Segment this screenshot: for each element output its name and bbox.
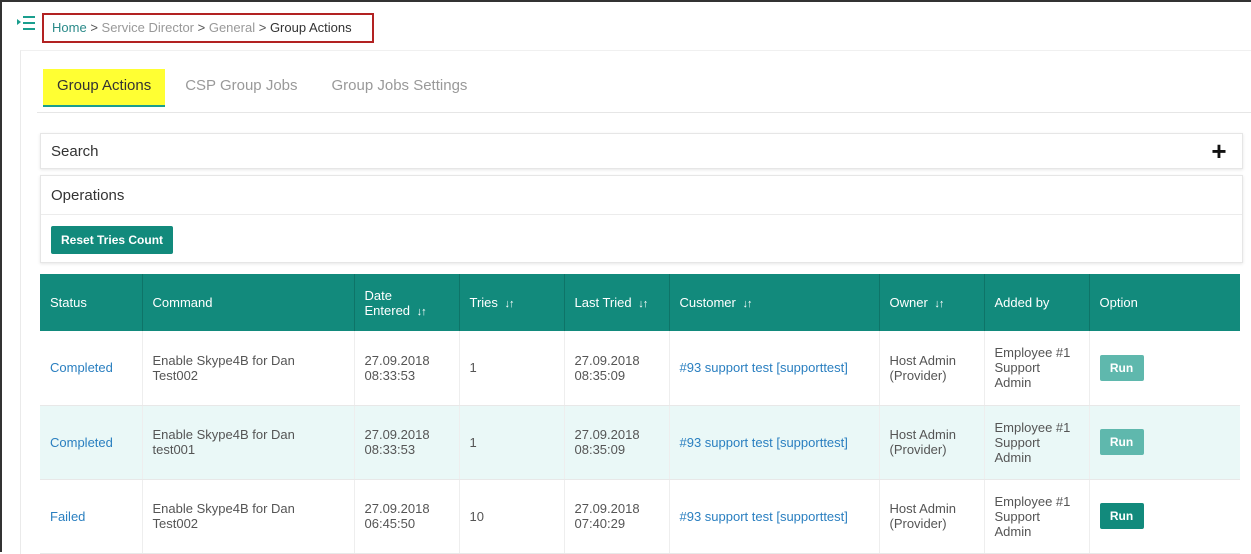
header-last-tried[interactable]: Last Tried ↓↑ (564, 274, 670, 331)
breadcrumb-general-link[interactable]: General (209, 20, 255, 35)
header-tries-label: Tries (469, 295, 498, 310)
breadcrumb-service-director-link[interactable]: Service Director (102, 20, 194, 35)
header-owner[interactable]: Owner ↓↑ (879, 274, 985, 331)
table-header-row: Status Command Date Entered ↓↑ Tries ↓↑ … (40, 274, 1240, 331)
header-status: Status (40, 274, 143, 331)
header-last-tried-label: Last Tried (574, 295, 632, 310)
date-entered-cell: 27.09.2018 08:33:53 (354, 331, 460, 406)
tab-csp-group-jobs[interactable]: CSP Group Jobs (171, 69, 311, 107)
breadcrumb-separator: > (258, 20, 267, 35)
date-entered-cell: 27.09.2018 08:33:53 (354, 405, 460, 480)
sort-icon[interactable]: ↓↑ (505, 298, 515, 310)
table-row: Failed Enable Skype4B for Dan Test002 27.… (40, 479, 1240, 554)
added-by-cell: Employee #1 Support Admin (984, 405, 1090, 480)
owner-cell: Host Admin (Provider) (879, 331, 985, 406)
command-cell: Enable Skype4B for Dan Test002 (142, 479, 355, 554)
owner-cell: Host Admin (Provider) (879, 479, 985, 554)
breadcrumb: Home > Service Director > General > Grou… (42, 13, 374, 43)
header-added-by-label: Added by (994, 295, 1050, 310)
last-tried-cell: 27.09.2018 08:35:09 (564, 331, 670, 406)
command-cell: Enable Skype4B for Dan test001 (142, 405, 355, 480)
run-button[interactable]: Run (1099, 429, 1144, 455)
app-frame: Home > Service Director > General > Grou… (0, 0, 1251, 554)
breadcrumb-current: Group Actions (269, 20, 352, 35)
status-link[interactable]: Completed (50, 360, 113, 375)
search-title: Search (51, 143, 99, 160)
header-date-label-line2: Entered (364, 302, 411, 318)
run-button[interactable]: Run (1099, 354, 1144, 381)
header-command-label: Command (152, 295, 213, 310)
last-tried-cell: 27.09.2018 08:35:09 (564, 405, 670, 480)
date-entered-cell: 27.09.2018 06:45:50 (354, 479, 460, 554)
header-date-label-line1: Date (364, 287, 392, 303)
sort-icon[interactable]: ↓↑ (742, 298, 752, 310)
header-customer-label: Customer (679, 295, 736, 310)
search-panel[interactable]: Search + (40, 133, 1243, 169)
breadcrumb-separator: > (197, 20, 206, 35)
tab-bar: Group Actions CSP Group Jobs Group Jobs … (43, 69, 487, 109)
sort-icon[interactable]: ↓↑ (638, 298, 648, 310)
header-date-entered[interactable]: Date Entered ↓↑ (354, 274, 460, 331)
customer-link[interactable]: #93 support test [supporttest] (680, 360, 848, 375)
tries-cell: 10 (459, 479, 565, 554)
tab-group-jobs-settings[interactable]: Group Jobs Settings (318, 69, 482, 107)
table-row: Completed Enable Skype4B for Dan Test002 … (40, 331, 1240, 406)
added-by-cell: Employee #1 Support Admin (984, 331, 1090, 406)
tab-group-actions[interactable]: Group Actions (43, 69, 166, 107)
breadcrumb-home-link[interactable]: Home (52, 20, 87, 35)
header-added-by: Added by (984, 274, 1090, 331)
group-actions-table: Status Command Date Entered ↓↑ Tries ↓↑ … (40, 274, 1240, 554)
command-cell: Enable Skype4B for Dan Test002 (142, 331, 355, 406)
tabs-divider (37, 112, 1251, 113)
operations-panel: Operations Reset Tries Count (40, 175, 1243, 263)
operations-divider (41, 214, 1242, 215)
menu-toggle-icon[interactable] (16, 15, 36, 31)
header-owner-label: Owner (889, 295, 928, 310)
plus-icon[interactable]: + (1208, 138, 1230, 164)
status-link[interactable]: Failed (50, 509, 85, 524)
last-tried-cell: 27.09.2018 07:40:29 (564, 479, 670, 554)
header-customer[interactable]: Customer ↓↑ (669, 274, 880, 331)
customer-link[interactable]: #93 support test [supporttest] (680, 435, 848, 450)
header-option: Option (1089, 274, 1240, 331)
header-option-label: Option (1099, 295, 1138, 310)
status-link[interactable]: Completed (50, 435, 113, 450)
owner-cell: Host Admin (Provider) (879, 405, 985, 480)
reset-tries-count-button[interactable]: Reset Tries Count (51, 226, 174, 254)
header-status-label: Status (50, 295, 87, 310)
customer-link[interactable]: #93 support test [supporttest] (680, 509, 848, 524)
tries-cell: 1 (459, 405, 565, 480)
breadcrumb-separator: > (90, 20, 98, 35)
sort-icon[interactable]: ↓↑ (934, 298, 944, 310)
header-tries[interactable]: Tries ↓↑ (459, 274, 565, 331)
added-by-cell: Employee #1 Support Admin (984, 479, 1090, 554)
tries-cell: 1 (459, 331, 565, 406)
operations-title: Operations (51, 187, 125, 204)
sort-icon[interactable]: ↓↑ (417, 306, 427, 318)
run-button[interactable]: Run (1099, 503, 1144, 529)
header-command: Command (142, 274, 355, 331)
table-row: Completed Enable Skype4B for Dan test001 … (40, 405, 1240, 480)
